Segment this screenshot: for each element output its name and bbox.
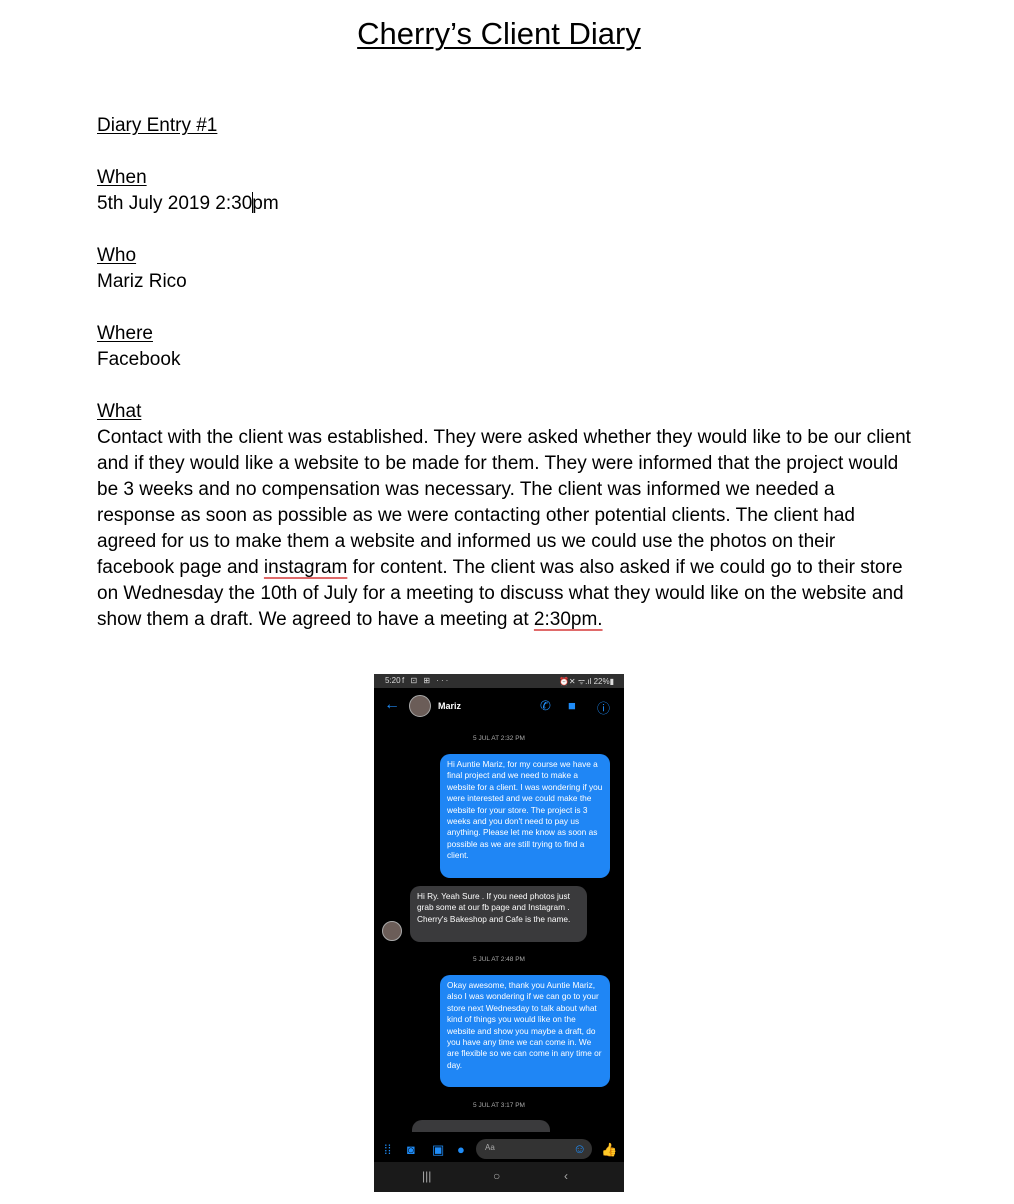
recent-apps-icon: |||	[422, 1169, 432, 1183]
phone-status-bar: 5:20 f ⊡ ⊞ ··· ⏰✕ ᯤ.ıl 22%▮	[374, 674, 624, 688]
phone-call-icon: ✆	[540, 698, 551, 713]
spellcheck-word-time[interactable]: 2:30pm.	[534, 609, 603, 630]
message-timestamp: 5 JUL AT 2:48 PM	[473, 956, 525, 963]
when-value-date: 5th July 2019 2:30	[97, 193, 253, 214]
chat-header: ← Mariz ✆ ■ ⓘ	[374, 688, 624, 724]
message-input-placeholder: Aa	[485, 1143, 495, 1152]
when-value-suffix: pm	[252, 193, 279, 214]
outgoing-message: Okay awesome, thank you Auntie Mariz, al…	[440, 975, 610, 1087]
camera-icon: ◙	[407, 1142, 415, 1157]
where-label: Where	[97, 323, 153, 344]
microphone-icon: ●	[457, 1142, 465, 1157]
menu-dots-icon: ⁞⁞	[384, 1142, 392, 1157]
back-arrow-icon: ←	[384, 696, 400, 713]
message-timestamp: 5 JUL AT 2:32 PM	[473, 735, 525, 742]
where-value: Facebook	[97, 349, 181, 370]
message-composer: ⁞⁞ ◙ ▣ ● Aa ☺ 👍	[374, 1136, 624, 1162]
emoji-icon: ☺	[573, 1141, 587, 1156]
when-label: When	[97, 167, 147, 188]
spellcheck-word-instagram[interactable]: instagram	[264, 557, 347, 578]
incoming-message: Hi Ry. Yeah Sure . If you need photos ju…	[410, 886, 587, 942]
video-call-icon: ■	[568, 698, 576, 713]
notification-icons: f ⊡ ⊞ ···	[402, 676, 451, 685]
what-text-1: Contact with the client was established.…	[97, 427, 911, 578]
back-icon: ‹	[564, 1169, 568, 1183]
messenger-screenshot: 5:20 f ⊡ ⊞ ··· ⏰✕ ᯤ.ıl 22%▮ ← Mariz ✆ ■ …	[374, 674, 624, 1192]
who-value: Mariz Rico	[97, 271, 187, 292]
what-paragraph: Contact with the client was established.…	[97, 425, 912, 633]
like-icon: 👍	[601, 1142, 618, 1157]
entry-heading: Diary Entry #1	[97, 115, 218, 136]
document-body: Diary Entry #1 When 5th July 2019 2:30pm…	[97, 113, 912, 633]
contact-avatar	[409, 695, 431, 717]
android-nav-bar: ||| ○ ‹	[374, 1162, 624, 1192]
battery-indicator: ⏰✕ ᯤ.ıl 22%▮	[558, 677, 614, 686]
contact-avatar-small	[382, 921, 402, 941]
incoming-message-partial	[412, 1120, 550, 1132]
home-icon: ○	[493, 1169, 501, 1183]
gallery-icon: ▣	[432, 1142, 445, 1157]
status-time: 5:20	[385, 676, 401, 685]
contact-name: Mariz	[438, 701, 462, 711]
outgoing-message: Hi Auntie Mariz, for my course we have a…	[440, 754, 610, 878]
info-icon: ⓘ	[597, 701, 611, 716]
message-timestamp: 5 JUL AT 3:17 PM	[473, 1102, 525, 1109]
who-label: Who	[97, 245, 137, 266]
when-value: 5th July 2019 2:30pm	[97, 191, 912, 217]
document-title: Cherry’s Client Diary	[357, 16, 641, 51]
what-label: What	[97, 401, 142, 422]
